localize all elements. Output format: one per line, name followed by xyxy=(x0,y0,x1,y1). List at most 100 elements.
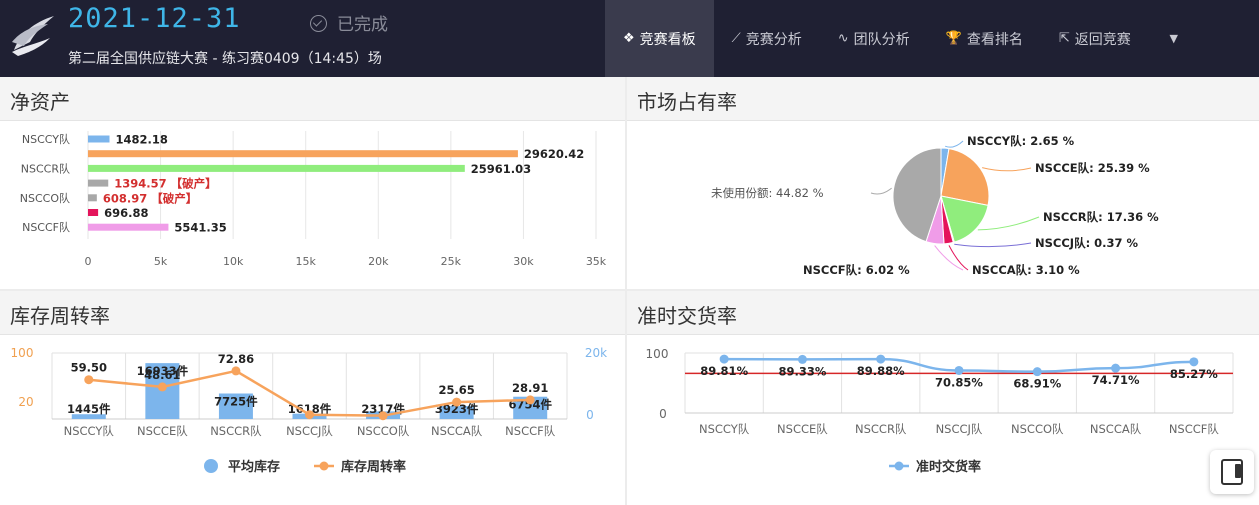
floating-action-button[interactable] xyxy=(1210,450,1254,494)
x-tick-label: 35k xyxy=(586,255,607,268)
logo-icon xyxy=(12,16,54,56)
x-tick-label: 0 xyxy=(85,255,92,268)
turnover-label: 25.65 xyxy=(438,383,474,397)
inventory-bar-label: 7725件 xyxy=(214,395,258,409)
competition-subtitle: 第二届全国供应链大赛 - 练习赛0409（14:45）场 xyxy=(68,51,382,67)
legend-label: 库存周转率 xyxy=(341,459,406,475)
nav-item-label: 竞赛看板 xyxy=(639,31,696,48)
pie-label: NSCCF队: 6.02 % xyxy=(803,263,910,277)
delivery-point xyxy=(797,354,807,364)
nav-item-label: 查看排名 xyxy=(966,31,1023,48)
x-category-label: NSCCE队 xyxy=(777,422,828,436)
x-category-label: NSCCF队 xyxy=(505,424,556,438)
pie-connector xyxy=(944,140,964,148)
x-tick-label: 10k xyxy=(223,255,244,268)
bar-value-label: 25961.03 xyxy=(471,162,531,176)
pie-slice xyxy=(940,148,990,206)
delivery-point xyxy=(876,354,886,364)
x-category-label: NSCCF队 xyxy=(1169,422,1220,436)
y-category-label: NSCCR队 xyxy=(21,161,70,175)
status-badge: 已完成 xyxy=(310,10,388,35)
pie-connector xyxy=(982,167,1032,172)
delivery-point xyxy=(1032,367,1042,377)
y-category-label: NSCCF队 xyxy=(22,220,70,234)
delivery-label: 70.85% xyxy=(935,375,983,389)
nav-item-label: 竞赛分析 xyxy=(745,31,802,48)
x-category-label: NSCCA队 xyxy=(1090,422,1142,436)
nav-item-4[interactable]: ⇱ 返回竞赛 xyxy=(1041,0,1149,77)
x-category-label: NSCCA队 xyxy=(431,424,483,438)
turnover-label: 59.50 xyxy=(71,361,107,375)
turnover-point xyxy=(157,382,167,392)
legend-marker xyxy=(319,461,329,471)
turnover-label: 48.61 xyxy=(144,368,180,382)
legend-label: 平均库存 xyxy=(228,459,280,475)
on-time-delivery-panel: 准时交货率 100 0 89.81% 89.33% 89.88% 70.85% 68.91%… xyxy=(627,291,1259,505)
bar-value-label: 5541.35 xyxy=(174,221,226,235)
phone-tablet-icon xyxy=(1221,459,1243,485)
delivery-label: 89.81% xyxy=(700,364,748,378)
delivery-point xyxy=(1111,363,1121,373)
status-text: 已完成 xyxy=(337,15,388,35)
nav-item-1[interactable]: ⟋ 竞赛分析 xyxy=(714,0,820,77)
delivery-label: 68.91% xyxy=(1013,377,1061,391)
inventory-turnover-chart: 1002020k01445件16933件7725件1618件 2317件 3923件… xyxy=(11,346,608,475)
chevron-down-icon[interactable]: ▼ xyxy=(1149,0,1199,77)
pie-label: NSCCA队: 3.10 % xyxy=(972,263,1080,277)
bar xyxy=(88,135,110,143)
x-tick-label: 15k xyxy=(296,255,317,268)
y-category-label: NSCCO队 xyxy=(20,191,70,205)
x-category-label: NSCCO队 xyxy=(357,424,410,438)
pie-label: NSCCJ队: 0.37 % xyxy=(1035,236,1139,250)
y-left-tick: 100 xyxy=(11,346,34,360)
nav-item-3[interactable]: 🏆 查看排名 xyxy=(928,0,1041,77)
net-assets-title: 净资产 xyxy=(10,90,70,114)
net-assets-panel: 净资产 0 5k 10k 15k 20k 25k 30k 35k NSCCY队 NSCCR队 NSC… xyxy=(0,77,625,289)
x-category-label: NSCCO队 xyxy=(1011,422,1064,436)
x-tick-label: 20k xyxy=(368,255,389,268)
pie-label: NSCCR队: 17.36 % xyxy=(1043,210,1159,224)
panel-header: 库存周转率 xyxy=(0,291,625,335)
turnover-point xyxy=(84,375,94,385)
x-tick-label: 5k xyxy=(154,255,168,268)
bar-value-label: 608.97 【破产】 xyxy=(103,191,197,205)
turnover-point xyxy=(525,395,535,405)
dashboard-icon: ❖ xyxy=(623,31,635,46)
y-tick: 100 xyxy=(646,347,669,361)
external-link-icon: ⇱ xyxy=(1058,31,1070,46)
turnover-point xyxy=(378,411,388,421)
top-header: 2021-12-31 已完成 第二届全国供应链大赛 - 练习赛0409（14:4… xyxy=(0,0,1259,77)
x-category-label: NSCCJ队 xyxy=(286,424,333,438)
turnover-label: 72.86 xyxy=(218,352,254,366)
nav-item-label: 返回竞赛 xyxy=(1074,31,1131,48)
inventory-turnover-title: 库存周转率 xyxy=(10,304,110,328)
bar-value-label: 1482.18 xyxy=(116,133,168,147)
turnover-point xyxy=(305,410,314,420)
bar xyxy=(88,179,109,187)
pie-label: NSCCE队: 25.39 % xyxy=(1035,161,1150,175)
net-assets-chart: 0 5k 10k 15k 20k 25k 30k 35k NSCCY队 NSCCR队 NSCCO队 N… xyxy=(20,131,607,268)
inventory-bar-label: 1445件 xyxy=(67,402,111,416)
competition-date: 2021-12-31 xyxy=(68,3,241,34)
x-tick-label: 30k xyxy=(513,255,534,268)
market-share-chart: NSCCY队: 2.65 % NSCCE队: 25.39 % NSCCR队: 17.… xyxy=(711,134,1159,277)
panel-header: 准时交货率 xyxy=(627,291,1259,335)
y-right-tick: 0 xyxy=(586,408,594,422)
x-category-label: NSCCY队 xyxy=(699,422,750,436)
check-circle-icon xyxy=(310,15,327,32)
pie-connector xyxy=(934,245,964,271)
y-left-tick: 20 xyxy=(18,395,33,409)
bar xyxy=(88,223,169,231)
nav-item-0[interactable]: ❖ 竞赛看板 xyxy=(605,0,714,77)
bar-value-label: 696.88 xyxy=(104,206,148,220)
nav-item-2[interactable]: ∿ 团队分析 xyxy=(820,0,928,77)
y-tick: 0 xyxy=(659,407,667,421)
delivery-label: 74.71% xyxy=(1092,373,1140,387)
y-right-tick: 20k xyxy=(585,346,607,360)
y-category-label: NSCCY队 xyxy=(22,132,70,146)
delivery-point xyxy=(1189,357,1199,367)
bar xyxy=(88,150,518,158)
pie-connector xyxy=(977,216,1040,231)
bar xyxy=(88,164,465,172)
on-time-delivery-chart: 100 0 89.81% 89.33% 89.88% 70.85% 68.91% 74.71%… xyxy=(646,347,1234,475)
